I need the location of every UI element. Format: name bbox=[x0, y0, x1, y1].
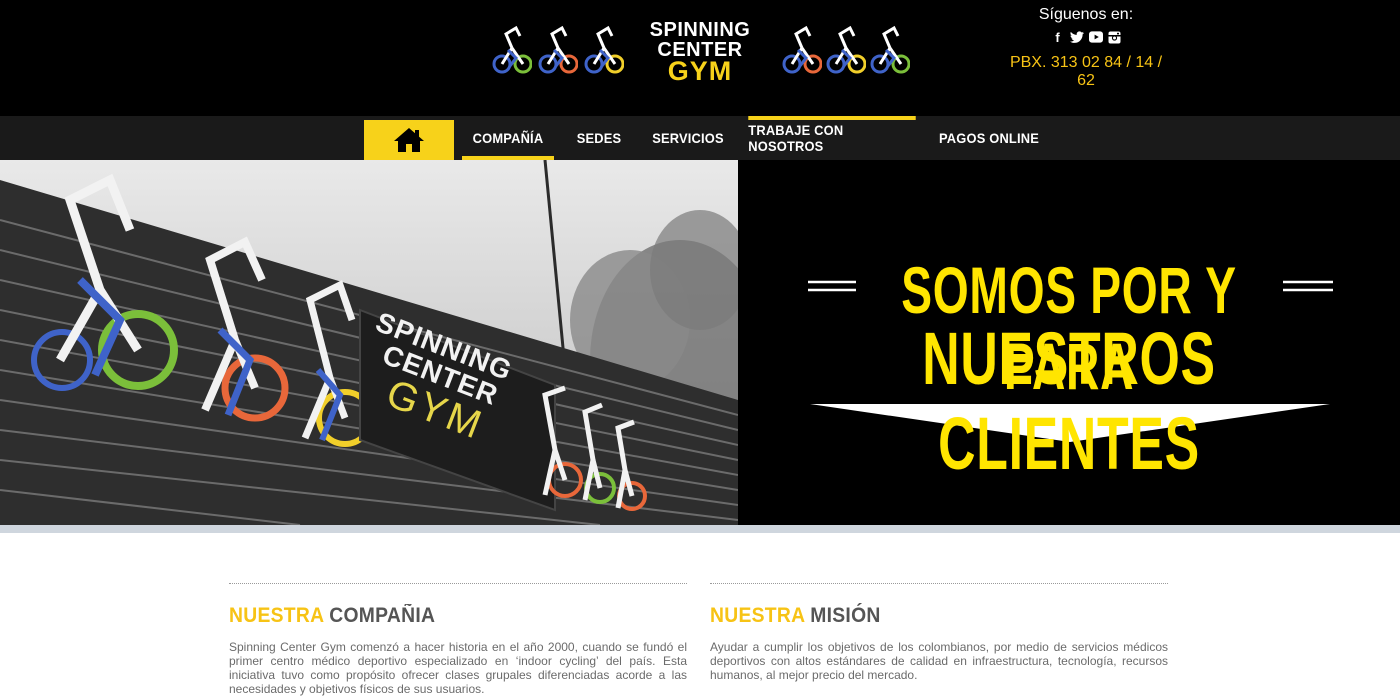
youtube-icon[interactable] bbox=[1088, 30, 1103, 44]
cyclist-icon bbox=[584, 25, 624, 74]
nav-item-servicios[interactable]: SERVICIOS bbox=[648, 116, 729, 160]
title-highlight: NUESTRA bbox=[710, 604, 805, 627]
nav-home-button[interactable] bbox=[364, 120, 454, 160]
hero-banner: SPINNING CENTER GYM SOMOS POR Y PARA NUE… bbox=[0, 160, 1400, 525]
hero-slogan-panel: SOMOS POR Y PARA NUESTROS CLIENTES bbox=[738, 160, 1400, 525]
cyclist-icon bbox=[492, 25, 532, 74]
cyclist-icon bbox=[538, 25, 578, 74]
facebook-icon[interactable]: f bbox=[1051, 30, 1065, 44]
social-icons: f bbox=[1000, 30, 1172, 44]
social-label: Síguenos en: bbox=[1038, 6, 1134, 23]
instagram-icon[interactable] bbox=[1108, 30, 1122, 44]
title-highlight: NUESTRA bbox=[229, 604, 324, 627]
logo-wordmark: SPINNING CENTER GYM bbox=[630, 20, 770, 85]
nav-item-sedes[interactable]: SEDES bbox=[569, 116, 630, 160]
slogan-line-2: NUESTROS CLIENTES bbox=[922, 317, 1216, 485]
hero-photo: SPINNING CENTER GYM bbox=[0, 160, 738, 525]
section-text: Ayudar a cumplir los objetivos de los co… bbox=[710, 640, 1168, 682]
social-block: Síguenos en: f PBX. 313 02 84 / 14 / 62 bbox=[1000, 6, 1172, 90]
home-icon bbox=[394, 128, 424, 152]
title-rest: COMPAÑIA bbox=[329, 604, 436, 627]
section-title: NUESTRA COMPAÑIA bbox=[229, 604, 650, 628]
logo-line-spinning: SPINNING bbox=[649, 19, 751, 41]
section-compania: NUESTRA COMPAÑIA Spinning Center Gym com… bbox=[229, 583, 687, 696]
site-logo[interactable]: SPINNING CENTER GYM bbox=[492, 18, 912, 85]
section-mision: NUESTRA MISIÓN Ayudar a cumplir los obje… bbox=[710, 583, 1168, 682]
cyclist-icon bbox=[826, 25, 866, 74]
cyclist-icon bbox=[870, 25, 910, 74]
twitter-icon[interactable] bbox=[1069, 30, 1084, 44]
section-text: Spinning Center Gym comenzó a hacer hist… bbox=[229, 640, 687, 696]
section-title: NUESTRA MISIÓN bbox=[710, 604, 1131, 628]
main-nav: COMPAÑÍA SEDES SERVICIOS TRABAJE CON NOS… bbox=[0, 116, 1400, 160]
logo-line-gym: GYM bbox=[667, 56, 733, 86]
cyclist-icon bbox=[782, 25, 822, 74]
nav-item-pagos-online[interactable]: PAGOS ONLINE bbox=[936, 116, 1043, 160]
nav-item-trabaje-con-nosotros[interactable]: TRABAJE CON NOSOTROS bbox=[748, 116, 916, 160]
hero-divider bbox=[0, 525, 1400, 533]
phone-number: PBX. 313 02 84 / 14 / 62 bbox=[1009, 54, 1163, 89]
title-rest: MISIÓN bbox=[810, 604, 881, 627]
site-header: SPINNING CENTER GYM Síguenos en: f PBX. … bbox=[0, 0, 1400, 116]
nav-item-compania[interactable]: COMPAÑÍA bbox=[462, 116, 554, 160]
